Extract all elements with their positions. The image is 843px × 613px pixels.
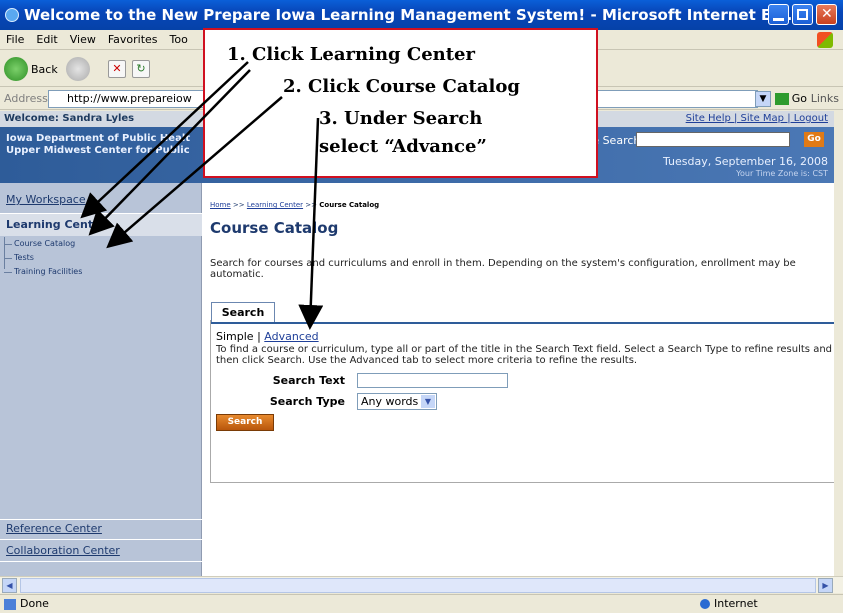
minimize-button[interactable]	[768, 4, 789, 25]
sidebar-subitem-training-facilities[interactable]: Training Facilities	[3, 267, 82, 276]
forward-button[interactable]	[66, 57, 90, 81]
main-content: Home >> Learning Center >> Course Catalo…	[210, 183, 834, 576]
links-label[interactable]: Links	[811, 92, 839, 105]
page-title: Course Catalog	[210, 219, 339, 237]
sidebar-divider	[0, 519, 202, 520]
ie-logo-icon	[5, 8, 19, 22]
sidebar-item-learning-center[interactable]: Learning Center	[0, 214, 202, 236]
search-type-label: Search Type	[269, 395, 345, 408]
menu-tools[interactable]: Too	[170, 33, 188, 46]
mode-advanced-link[interactable]: Advanced	[264, 330, 318, 343]
instruction-callout: 1. Click Learning Center 2. Click Course…	[203, 28, 598, 178]
chevron-down-icon: ▼	[421, 395, 435, 408]
org-line-1: Iowa Department of Public Healt	[6, 133, 191, 144]
search-panel: Search Simple | Advanced To find a cours…	[210, 302, 834, 483]
breadcrumb-separator: >>	[232, 201, 245, 209]
search-button[interactable]: Search	[216, 414, 274, 431]
breadcrumb-separator: >>	[305, 201, 318, 209]
tree-line	[4, 237, 5, 269]
org-line-2: Upper Midwest Center for Public	[6, 145, 190, 156]
menu-favorites[interactable]: Favorites	[108, 33, 158, 46]
horizontal-scrollbar[interactable]: ◀ ▶	[0, 576, 843, 593]
windows-logo-icon	[817, 32, 833, 48]
search-modes: Simple | Advanced	[216, 330, 319, 343]
breadcrumb: Home >> Learning Center >> Course Catalo…	[210, 201, 379, 209]
tab-underline	[211, 322, 834, 324]
address-label: Address	[4, 92, 48, 105]
scroll-left-icon[interactable]: ◀	[2, 578, 17, 593]
vertical-scrollbar[interactable]	[834, 111, 843, 576]
go-button[interactable]: Go	[775, 92, 807, 105]
site-search-go-button[interactable]: Go	[804, 132, 824, 147]
scroll-thumb[interactable]	[20, 578, 816, 593]
sidebar-subitem-tests[interactable]: Tests	[4, 253, 34, 262]
timezone-text: Your Time Zone is: CST	[736, 169, 828, 178]
search-type-value: Any words	[361, 395, 419, 408]
search-type-select[interactable]: Any words ▼	[357, 393, 437, 410]
sidebar-divider	[0, 539, 202, 540]
welcome-text: Welcome: Sandra Lyles	[4, 113, 135, 124]
sidebar-divider	[0, 561, 202, 562]
refresh-icon[interactable]: ↻	[132, 60, 150, 78]
current-date: Tuesday, September 16, 2008	[662, 155, 828, 168]
sidebar-item-collaboration-center[interactable]: Collaboration Center	[0, 544, 202, 557]
stop-icon[interactable]: ✕	[108, 60, 126, 78]
title-bar: Welcome to the New Prepare Iowa Learning…	[0, 0, 843, 30]
search-help-text: To find a course or curriculum, type all…	[216, 344, 833, 366]
tab-search[interactable]: Search	[211, 302, 275, 322]
page-content: Welcome: Sandra Lyles Site Help | Site M…	[0, 111, 834, 576]
page-description: Search for courses and curriculums and e…	[210, 258, 796, 280]
status-text: Done	[20, 597, 49, 610]
mode-separator: |	[257, 330, 261, 343]
instruction-step-3b: select “Advance”	[319, 136, 487, 157]
browser-window: Welcome to the New Prepare Iowa Learning…	[0, 0, 843, 613]
sidebar-subitem-course-catalog[interactable]: Course Catalog	[3, 239, 75, 248]
breadcrumb-current: Course Catalog	[319, 201, 380, 209]
sidebar-item-my-workspace[interactable]: My Workspace	[0, 193, 202, 206]
status-bar: Done Internet	[0, 594, 843, 613]
globe-icon	[700, 599, 710, 609]
scroll-right-icon[interactable]: ▶	[818, 578, 833, 593]
back-label: Back	[31, 63, 58, 76]
breadcrumb-learning-center[interactable]: Learning Center	[247, 201, 303, 209]
menu-file[interactable]: File	[6, 33, 24, 46]
site-search-input[interactable]	[636, 132, 790, 147]
search-text-label: Search Text	[272, 374, 345, 387]
search-text-input[interactable]	[357, 373, 508, 388]
maximize-button[interactable]	[792, 4, 813, 25]
instruction-step-3: 3. Under Search	[319, 108, 483, 129]
instruction-step-1: 1. Click Learning Center	[227, 44, 475, 65]
mode-simple[interactable]: Simple	[216, 330, 254, 343]
help-links[interactable]: Site Help | Site Map | Logout	[686, 111, 828, 127]
menu-edit[interactable]: Edit	[36, 33, 57, 46]
menu-view[interactable]: View	[70, 33, 96, 46]
security-zone: Internet	[714, 597, 758, 610]
sidebar: My Workspace Learning Center Course Cata…	[0, 183, 202, 576]
close-button[interactable]: ✕	[816, 4, 837, 25]
sidebar-item-reference-center[interactable]: Reference Center	[0, 522, 202, 535]
org-name: Iowa Department of Public Healt Upper Mi…	[6, 133, 190, 157]
window-title: Welcome to the New Prepare Iowa Learning…	[24, 6, 799, 24]
instruction-step-2: 2. Click Course Catalog	[283, 76, 520, 97]
back-button[interactable]	[4, 57, 28, 81]
page-icon	[4, 599, 16, 610]
breadcrumb-home[interactable]: Home	[210, 201, 231, 209]
address-dropdown-icon[interactable]: ▼	[755, 91, 771, 107]
